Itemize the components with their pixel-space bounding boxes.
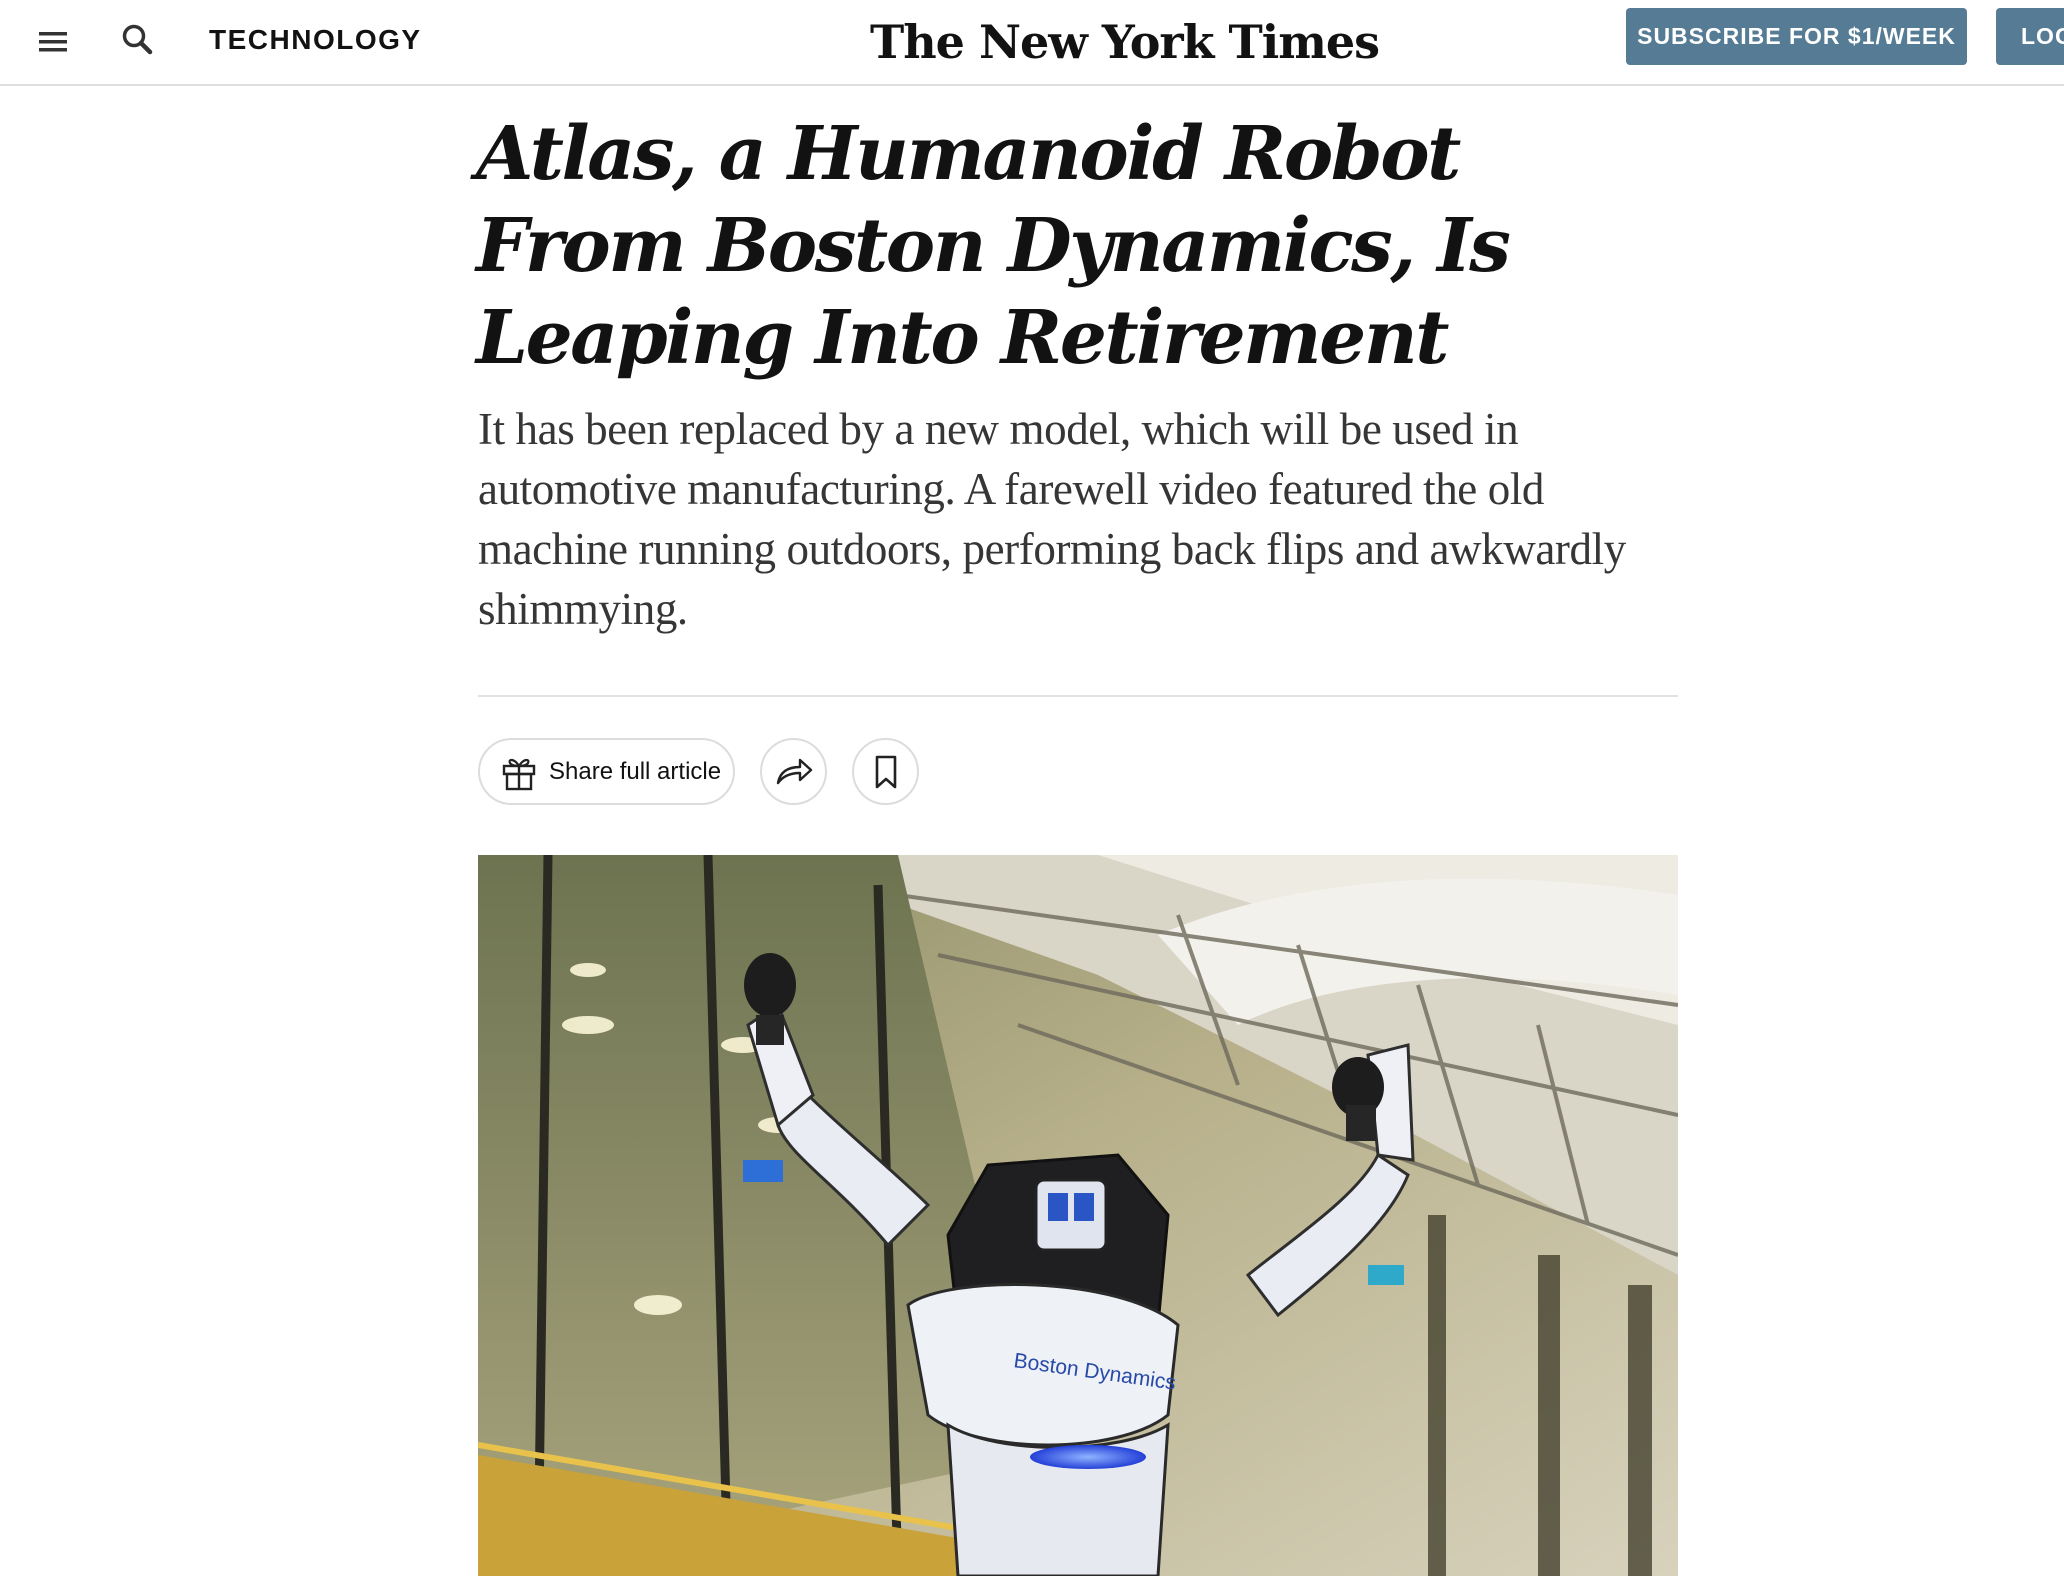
share-button-label: Share full article: [549, 758, 722, 785]
section-name-link[interactable]: TECHNOLOGY: [209, 20, 422, 60]
nyt-logo[interactable]: The New York Times: [870, 8, 1380, 76]
atlas-robot-photo: Boston Dynamics: [478, 855, 1678, 1576]
divider: [478, 695, 1678, 697]
search-icon[interactable]: [118, 20, 158, 60]
article-photo: Boston Dynamics: [478, 855, 1678, 1576]
share-arrow-icon: [776, 758, 812, 784]
gift-icon: [500, 754, 538, 792]
article-summary: It has been replaced by a new model, whi…: [478, 404, 1626, 634]
bookmark-button[interactable]: [852, 738, 919, 805]
bookmark-icon: [875, 755, 896, 788]
top-navigation-bar: TECHNOLOGY The New York Times SUBSCRIBE …: [0, 0, 2064, 86]
hamburger-menu-icon[interactable]: [36, 26, 72, 58]
share-full-article-button[interactable]: Share full article: [478, 738, 735, 805]
login-button[interactable]: LOG IN: [1996, 8, 2064, 65]
subscribe-button[interactable]: SUBSCRIBE FOR $1/WEEK: [1626, 8, 1967, 65]
article-headline: Atlas, a Humanoid Robot From Boston Dyna…: [476, 111, 1511, 381]
share-arrow-button[interactable]: [760, 738, 827, 805]
